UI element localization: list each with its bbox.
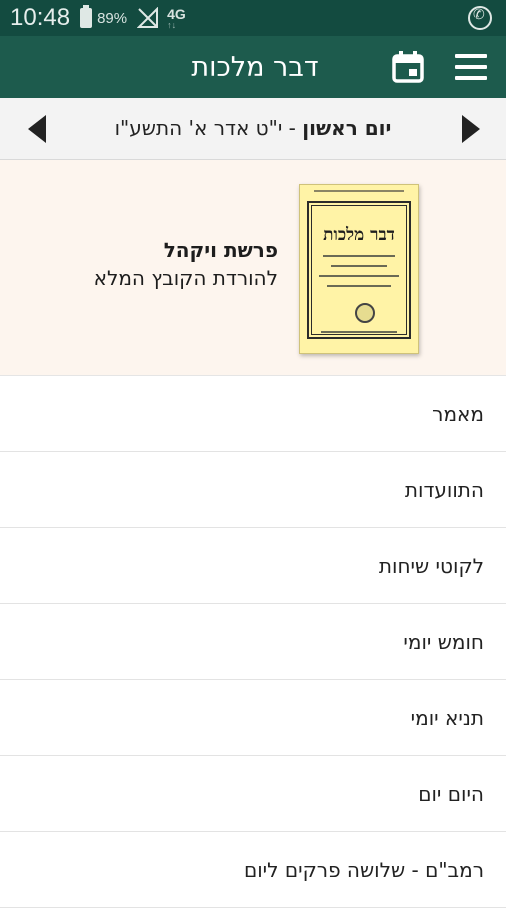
content-menu: מאמר התוועדות לקוטי שיחות חומש יומי תניא…	[0, 376, 506, 908]
menu-item-maamar[interactable]: מאמר	[0, 376, 506, 452]
day-name: יום ראשון	[302, 116, 392, 140]
hamburger-menu-icon[interactable]	[455, 54, 487, 80]
network-indicator: 4G ↑↓	[167, 7, 186, 30]
network-type: 4G	[167, 5, 186, 22]
cover-title: דבר מלכות	[323, 225, 395, 245]
signal-icon	[137, 7, 159, 28]
app-title: דבר מלכות	[191, 51, 319, 83]
weekly-booklet-banner[interactable]: דבר מלכות פרשת ויקהל להורדת הקובץ המלא	[0, 160, 506, 376]
date-navigator: יום ראשון - י"ט אדר א' התשע"ו	[0, 98, 506, 160]
next-day-arrow-icon[interactable]	[462, 115, 480, 143]
battery-indicator: 89%	[80, 5, 128, 28]
whatsapp-icon	[468, 6, 492, 30]
menu-item-tanya-yomi[interactable]: תניא יומי	[0, 680, 506, 756]
hebrew-date: - י"ט אדר א' התשע"ו	[114, 116, 303, 140]
booklet-cover-image[interactable]: דבר מלכות	[299, 184, 419, 354]
menu-item-chumash-yomi[interactable]: חומש יומי	[0, 604, 506, 680]
calendar-icon[interactable]	[391, 50, 425, 84]
menu-item-hisvaaduyos[interactable]: התוועדות	[0, 452, 506, 528]
status-time: 10:48	[10, 4, 71, 31]
battery-icon	[80, 5, 93, 28]
menu-item-rambam[interactable]: רמב"ם - שלושה פרקים ליום	[0, 832, 506, 908]
app-bar: דבר מלכות	[0, 36, 506, 98]
parsha-title: פרשת ויקהל	[163, 238, 278, 262]
menu-item-likkutei-sichos[interactable]: לקוטי שיחות	[0, 528, 506, 604]
seal-icon	[355, 303, 375, 323]
battery-percent: 89%	[97, 9, 128, 27]
previous-day-arrow-icon[interactable]	[28, 115, 46, 143]
network-activity: ↑↓	[167, 19, 177, 30]
status-bar: 10:48 89% 4G ↑↓	[0, 0, 506, 36]
menu-item-hayom-yom[interactable]: היום יום	[0, 756, 506, 832]
download-full-file-link[interactable]: להורדת הקובץ המלא	[94, 266, 278, 290]
current-date: יום ראשון - י"ט אדר א' התשע"ו	[60, 116, 446, 140]
